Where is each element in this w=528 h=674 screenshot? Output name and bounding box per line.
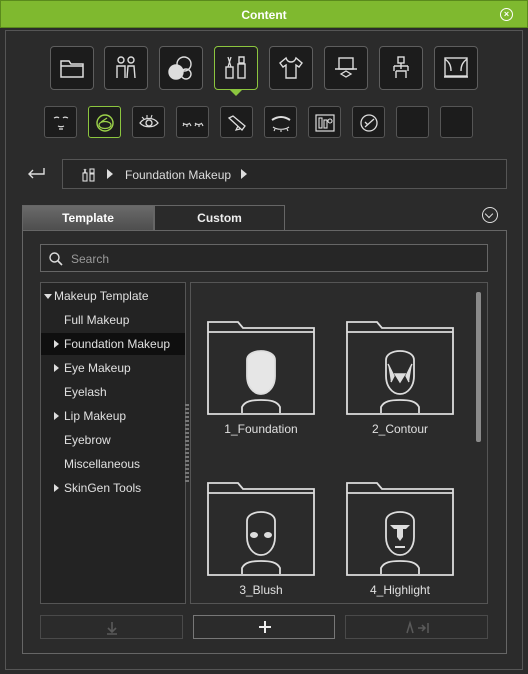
thumbnail-item[interactable]: 4_Highlight xyxy=(343,479,457,609)
eye-icon xyxy=(139,114,159,128)
download-icon xyxy=(107,622,117,635)
tree-item-full-makeup[interactable]: Full Makeup xyxy=(41,309,185,331)
apply-icon xyxy=(406,620,429,634)
eyelash-icon xyxy=(182,122,204,127)
category-people[interactable] xyxy=(104,46,148,90)
scrollbar[interactable] xyxy=(476,292,481,442)
thumbnail-label: 3_Blush xyxy=(239,583,283,597)
thumbnail-label: 2_Contour xyxy=(371,422,429,436)
add-icon xyxy=(259,621,271,633)
tree-item-label: Full Makeup xyxy=(64,313,130,327)
collapse-chevron-icon[interactable] xyxy=(482,207,498,223)
category-folder[interactable] xyxy=(50,46,94,90)
panel-splitter[interactable] xyxy=(185,404,189,484)
subcategory-eyelash[interactable] xyxy=(176,106,209,138)
tree-item-eyebrow[interactable]: Eyebrow xyxy=(41,429,185,451)
tree-root[interactable]: Makeup Template xyxy=(41,285,185,307)
tree-item-label: SkinGen Tools xyxy=(64,481,142,495)
thumbnail-item[interactable]: 3_Blush xyxy=(204,479,318,609)
folder-head-icon xyxy=(207,482,315,576)
hat-icon xyxy=(335,57,357,78)
tree-item-foundation-makeup[interactable]: Foundation Makeup xyxy=(41,333,185,355)
category-tree: Makeup Template Full Makeup Foundation M… xyxy=(40,282,186,604)
tree-item-label: Lip Makeup xyxy=(64,409,127,423)
category-hat[interactable] xyxy=(324,46,368,90)
window-title: Content xyxy=(241,8,287,22)
breadcrumb-separator-icon xyxy=(107,169,113,179)
tab-custom[interactable]: Custom xyxy=(154,205,285,231)
tree-item-label: Eye Makeup xyxy=(64,361,131,375)
category-stage[interactable] xyxy=(379,46,423,90)
breadcrumb-item[interactable]: Foundation Makeup xyxy=(125,168,231,182)
tree-item-skingen-tools[interactable]: SkinGen Tools xyxy=(41,477,185,499)
category-clothing[interactable] xyxy=(269,46,313,90)
tree-item-eyelash[interactable]: Eyelash xyxy=(41,381,185,403)
thumbnail-item[interactable]: 2_Contour xyxy=(343,318,457,448)
category-materials[interactable] xyxy=(159,46,203,90)
subcategory-cosmetics[interactable] xyxy=(308,106,341,138)
tree-root-label: Makeup Template xyxy=(54,289,149,303)
search-icon xyxy=(49,252,63,266)
clothing-icon xyxy=(279,56,303,79)
expand-right-icon[interactable] xyxy=(54,340,59,348)
face-icon xyxy=(53,116,69,130)
breadcrumb: Foundation Makeup xyxy=(62,159,507,189)
tree-item-miscellaneous[interactable]: Miscellaneous xyxy=(41,453,185,475)
category-theater[interactable] xyxy=(434,46,478,90)
subcategory-eyebrow[interactable] xyxy=(264,106,297,138)
folder-head-icon xyxy=(346,482,454,576)
subcategory-face[interactable] xyxy=(44,106,77,138)
theater-icon xyxy=(444,57,468,78)
expand-right-icon[interactable] xyxy=(54,484,59,492)
expand-down-icon[interactable] xyxy=(44,294,52,299)
expand-right-icon[interactable] xyxy=(54,364,59,372)
apply-button[interactable] xyxy=(345,615,488,639)
back-arrow-icon xyxy=(28,168,45,179)
category-makeup[interactable] xyxy=(214,46,258,90)
folder-head-icon xyxy=(207,321,315,415)
materials-icon xyxy=(168,56,192,80)
breadcrumb-separator-icon xyxy=(241,169,247,179)
subcategory-empty-1 xyxy=(396,106,429,138)
eyebrow-icon xyxy=(271,116,291,132)
thumbnail-label: 4_Highlight xyxy=(369,583,431,597)
tree-item-lip-makeup[interactable]: Lip Makeup xyxy=(41,405,185,427)
tab-template[interactable]: Template xyxy=(22,205,154,231)
close-icon[interactable]: × xyxy=(500,8,513,21)
add-button[interactable] xyxy=(193,615,335,639)
expand-right-icon[interactable] xyxy=(54,412,59,420)
subcategory-skingen[interactable] xyxy=(352,106,385,138)
subcategory-lipstick[interactable] xyxy=(220,106,253,138)
tree-item-eye-makeup[interactable]: Eye Makeup xyxy=(41,357,185,379)
thumbnail-label: 1_Foundation xyxy=(224,422,298,436)
tree-item-label: Miscellaneous xyxy=(64,457,141,471)
active-pointer xyxy=(230,90,242,96)
lipstick-icon xyxy=(227,115,246,131)
tree-item-label: Eyelash xyxy=(64,385,107,399)
subcategory-empty-2 xyxy=(440,106,473,138)
cosmetics-icon xyxy=(315,114,335,132)
makeup-icon xyxy=(225,56,246,79)
thumbnail-item[interactable]: 1_Foundation xyxy=(204,318,318,448)
tree-item-label: Eyebrow xyxy=(64,433,111,447)
foundation-icon xyxy=(96,114,114,132)
skingen-icon xyxy=(360,114,378,132)
subcategory-eye[interactable] xyxy=(132,106,165,138)
back-button[interactable] xyxy=(24,164,48,184)
folder-head-icon xyxy=(346,321,454,415)
search-input[interactable] xyxy=(71,250,471,268)
title-bar: Content × xyxy=(0,0,528,28)
makeup-small-icon xyxy=(82,168,95,182)
search-box[interactable] xyxy=(40,244,488,272)
stage-icon xyxy=(393,56,409,78)
people-icon xyxy=(116,56,136,79)
tree-item-label: Foundation Makeup xyxy=(64,337,171,351)
download-button[interactable] xyxy=(40,615,183,639)
folder-icon xyxy=(60,60,84,78)
subcategory-foundation[interactable] xyxy=(88,106,121,138)
